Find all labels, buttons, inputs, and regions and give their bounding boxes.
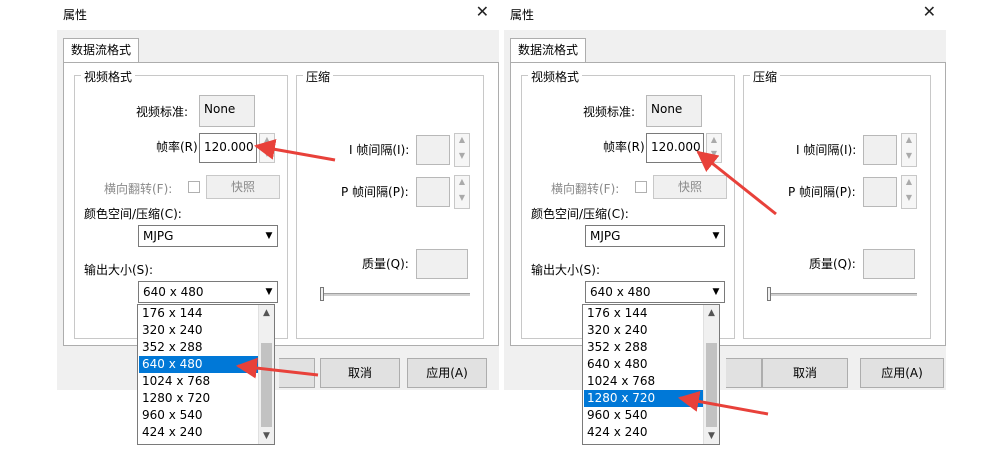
arrow-left-framerate [253, 138, 336, 162]
arrow-right-option [677, 391, 769, 416]
arrow-right-framerate [696, 150, 777, 216]
arrow-left-option [235, 357, 319, 379]
annotation-arrows [235, 138, 777, 416]
